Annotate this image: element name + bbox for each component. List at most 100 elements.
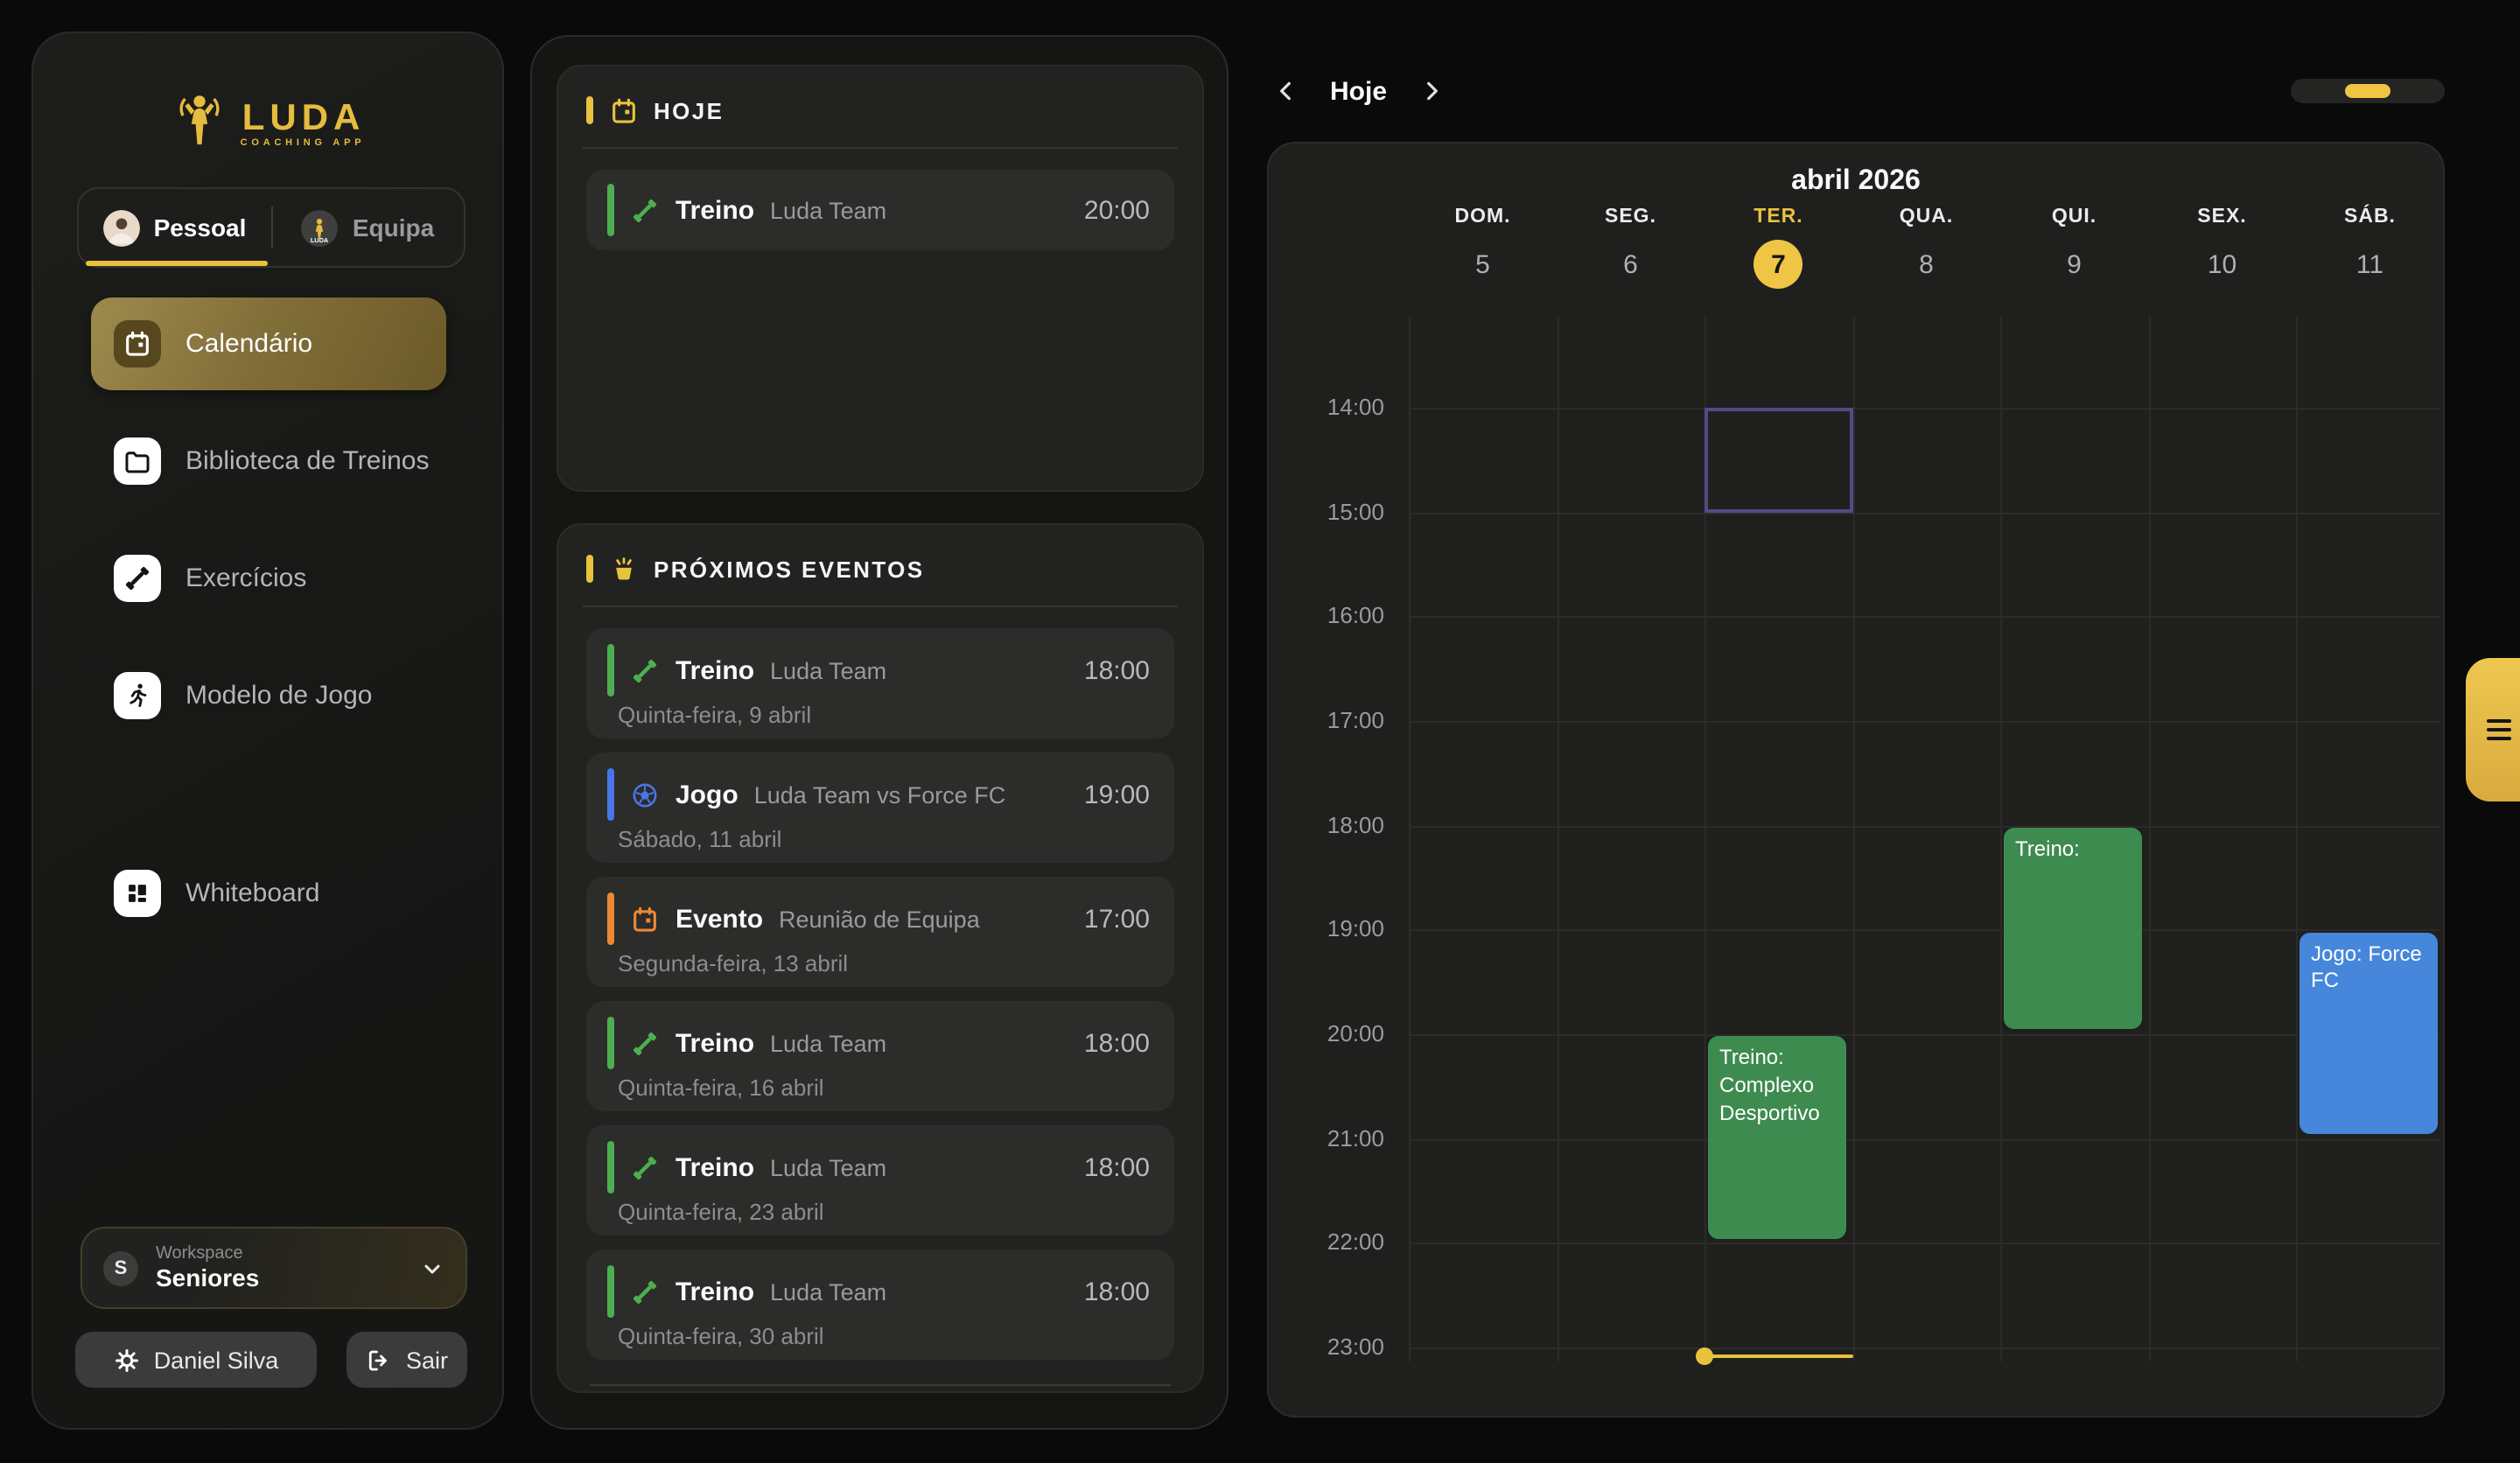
grid-column-line [2444,317,2445,1362]
event-type-icon [630,1152,660,1182]
grid-hour-line [1409,1034,2440,1036]
grid-hour-line [1409,512,2440,514]
sidebar-item-icon-tile [114,438,161,485]
sidebar-item-exerc-cios[interactable]: Exercícios [91,532,446,625]
gear-icon [114,1347,140,1373]
next-week-button[interactable] [1411,72,1450,110]
profile-tabs: Pessoal LUDA Equipa [77,187,466,268]
workspace-avatar: S [103,1250,138,1285]
logout-label: Sair [406,1347,448,1373]
view-button-mês[interactable] [2394,84,2440,98]
grid-hour-line [1409,825,2440,827]
event-time: 19:00 [1084,780,1150,809]
workspace-label: Workspace [156,1243,402,1264]
event-subtitle: Reunião de Equipa [779,906,1068,932]
profile-tab-equipa[interactable]: LUDA Equipa [272,189,464,266]
event-date: Quinta-feira, 9 abril [586,702,1174,728]
sidebar-item-label: Exercícios [186,564,306,593]
day-name: SEX. [2197,206,2246,228]
calendar-event[interactable]: Treino: Complexo Desportivo [1707,1037,1846,1239]
hour-label: 22:00 [1269,1228,1384,1255]
logo-subtitle: COACHING APP [241,137,366,148]
view-button-dia[interactable] [2296,84,2342,98]
hour-label: 21:00 [1269,1124,1384,1151]
app-window: LUDA COACHING APP Pessoal LUDA Equipa Ca… [0,0,2520,1463]
luda-figure-icon [171,88,230,160]
day-number: 5 [1459,240,1508,289]
calendar-day-6[interactable]: SEG. 6 [1557,206,1704,289]
calendar-day-7[interactable]: TER. 7 [1704,206,1852,289]
hour-label: 15:00 [1269,498,1384,524]
day-number: 8 [1902,240,1951,289]
calendar-event[interactable]: Jogo: Force FC [2299,933,2438,1135]
logout-icon [366,1347,392,1373]
profile-tab-pessoal[interactable]: Pessoal [79,189,270,266]
event-list-item[interactable]: Treino Luda Team 18:00 Quinta-feira, 16 … [586,1001,1174,1111]
hour-label: 16:00 [1269,603,1384,629]
calendar-day-5[interactable]: DOM. 5 [1409,206,1557,289]
calendar-toolbar: Hoje [1267,65,2445,117]
grid-column-line [1852,317,1854,1362]
sidebar-item-label: Whiteboard [186,878,319,908]
day-name: DOM. [1454,206,1510,228]
sidebar-item-calend-rio[interactable]: Calendário [91,298,446,390]
day-number: 10 [2198,240,2247,289]
logout-button[interactable]: Sair [346,1332,467,1388]
sidebar-item-whiteboard[interactable]: Whiteboard [91,847,446,940]
calendar-day-8[interactable]: QUA. 8 [1852,206,2000,289]
event-type-icon [630,655,660,685]
event-list-item[interactable]: Treino Luda Team 18:00 Quinta-feira, 23 … [586,1125,1174,1236]
side-menu-handle[interactable] [2466,658,2520,802]
upcoming-panel: PRÓXIMOS EVENTOS Treino Luda Team 18:00 … [556,523,1204,1393]
sidebar-item-modelo-de-jogo[interactable]: Modelo de Jogo [91,649,446,742]
day-number: 9 [2050,240,2099,289]
calendar-day-10[interactable]: SEX. 10 [2148,206,2296,289]
grid-column-line [2148,317,2150,1362]
event-type: Treino [676,195,754,225]
hour-label: 17:00 [1269,707,1384,733]
event-time: 18:00 [1084,1152,1150,1182]
grid-column-line [2296,317,2298,1362]
sidebar-nav: Calendário Biblioteca de Treinos Exercíc… [33,298,502,964]
event-date: Quinta-feira, 16 abril [586,1074,1174,1101]
selected-time-slot[interactable] [1704,408,1852,512]
event-list-item[interactable]: Jogo Luda Team vs Force FC 19:00 Sábado,… [586,752,1174,863]
event-list-item[interactable]: Treino Luda Team 18:00 Quinta-feira, 9 a… [586,628,1174,738]
event-date: Quinta-feira, 23 abril [586,1199,1174,1225]
sidebar-item-label: Calendário [186,329,312,359]
event-type: Treino [676,1028,754,1058]
user-settings-button[interactable]: Daniel Silva [75,1332,317,1388]
event-color-bar [607,1141,614,1194]
calendar-icon [608,95,638,125]
tab-avatar: LUDA [302,209,339,246]
sidebar-item-icon-tile [114,870,161,917]
divider [590,1384,1171,1386]
tab-avatar [103,209,140,246]
grid-hour-line [1409,1242,2440,1244]
event-list-item[interactable]: Treino Luda Team 20:00 [586,170,1174,250]
party-icon [608,554,638,584]
sidebar-item-label: Biblioteca de Treinos [186,446,430,476]
calendar-event[interactable]: Treino: [2003,828,2142,1030]
tab-label: Equipa [353,214,434,242]
hour-label: 14:00 [1269,394,1384,420]
event-subtitle: Luda Team [770,1154,1068,1180]
event-list-item[interactable]: Evento Reunião de Equipa 17:00 Segunda-f… [586,877,1174,987]
view-button-semana[interactable] [2345,84,2390,98]
calendar-day-11[interactable]: SÁB. 11 [2296,206,2444,289]
today-button[interactable]: Hoje [1330,76,1387,106]
prev-week-button[interactable] [1267,72,1306,110]
panel-title: PRÓXIMOS EVENTOS [654,556,925,582]
hamburger-icon [2487,715,2511,745]
event-type-icon [630,1028,660,1058]
calendar-day-9[interactable]: QUI. 9 [2000,206,2148,289]
calendar-panel: abril 2026 DOM. 5 SEG. 6 TER. 7 QUA. 8 Q… [1267,142,2445,1418]
workspace-selector[interactable]: S Workspace Seniores [80,1227,467,1309]
day-name: TER. [1754,206,1802,228]
grid-hour-line [1409,1348,2440,1349]
sidebar-item-biblioteca-de-treinos[interactable]: Biblioteca de Treinos [91,415,446,508]
tab-label: Pessoal [154,214,247,242]
grid-hour-line [1409,1138,2440,1140]
event-list-item[interactable]: Treino Luda Team 18:00 Quinta-feira, 30 … [586,1250,1174,1360]
calendar-grid[interactable]: 14:0015:0016:0017:0018:0019:0020:0021:00… [1269,317,2443,1416]
